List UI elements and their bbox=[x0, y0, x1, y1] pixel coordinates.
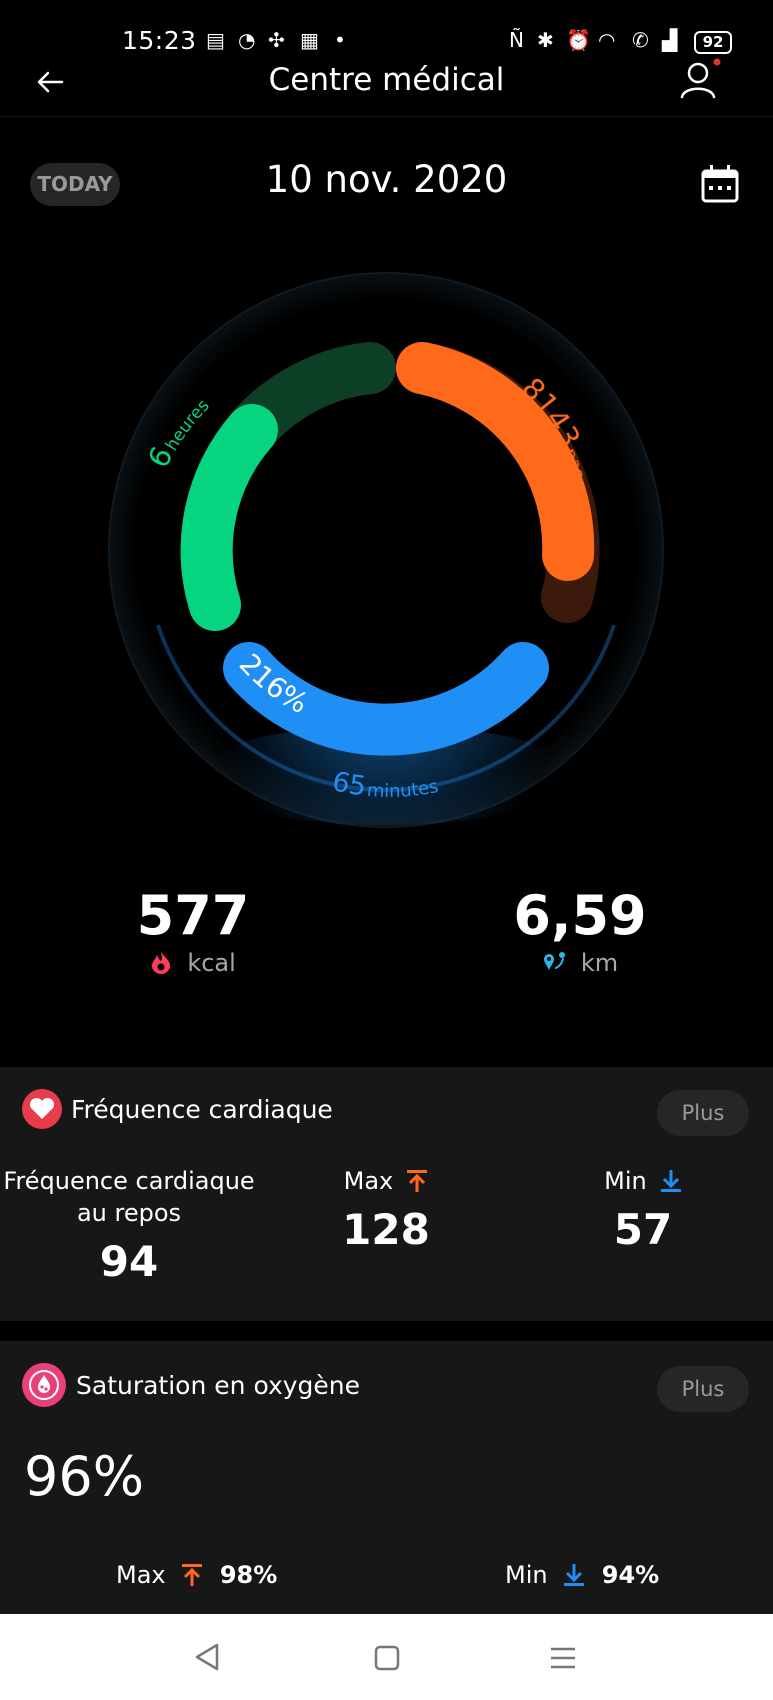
spo2-min-label: Min bbox=[505, 1561, 548, 1589]
header-divider bbox=[0, 116, 773, 117]
status-time: 15:23 bbox=[122, 26, 197, 55]
hr-max-value: 128 bbox=[342, 1205, 430, 1254]
nfc-icon: Ñ bbox=[509, 28, 524, 52]
arrow-up-icon bbox=[407, 1170, 428, 1192]
route-pin-icon bbox=[543, 952, 565, 970]
oxygen-drop-icon bbox=[22, 1363, 66, 1407]
oxygen-title: Saturation en oxygène bbox=[76, 1371, 361, 1400]
arrow-up-icon bbox=[181, 1564, 202, 1586]
battery-icon: 92 bbox=[694, 31, 732, 54]
system-nav-bar bbox=[0, 1614, 773, 1700]
heart-rate-min: Min 57 bbox=[553, 1167, 733, 1254]
calendar-icon bbox=[701, 165, 739, 203]
nav-back-button[interactable] bbox=[193, 1642, 223, 1672]
resting-heart-rate: Fréquence cardiaque au repos 94 bbox=[0, 1167, 258, 1286]
distance-stat: 6,59 km bbox=[480, 884, 680, 977]
wifi-calling-icon: ✆ bbox=[632, 28, 649, 52]
back-button[interactable] bbox=[34, 62, 74, 102]
resting-value: 94 bbox=[99, 1237, 159, 1286]
spo2-min-value: 94% bbox=[601, 1561, 660, 1589]
heart-rate-more-button[interactable]: Plus bbox=[657, 1090, 749, 1136]
back-arrow-icon bbox=[37, 71, 64, 93]
notification-dot-icon bbox=[713, 58, 721, 66]
oxygen-card[interactable]: Saturation en oxygène Plus 96% Max 98% M… bbox=[0, 1341, 773, 1614]
hr-min-label: Min bbox=[604, 1167, 647, 1195]
signal-icon: ▟ bbox=[662, 28, 678, 52]
today-button[interactable]: TODAY bbox=[30, 163, 120, 206]
activity-rings[interactable]: 8143 pas 6heures 216% 65minutes bbox=[0, 240, 773, 880]
spo2-max-value: 98% bbox=[219, 1561, 278, 1589]
slack-notification-icon: ✣ bbox=[268, 28, 285, 52]
heart-rate-title: Fréquence cardiaque bbox=[71, 1095, 333, 1124]
distance-unit: km bbox=[580, 949, 619, 977]
messenger-notification-icon: ◔ bbox=[238, 28, 256, 52]
oxygen-min: Min 94% bbox=[505, 1561, 659, 1589]
calendar-button[interactable] bbox=[700, 164, 740, 204]
wifi-icon: ◠ bbox=[598, 28, 616, 52]
calories-unit: kcal bbox=[187, 949, 236, 977]
more-notifications-icon: • bbox=[334, 28, 346, 52]
menu-lines-icon bbox=[551, 1647, 575, 1669]
selected-date[interactable]: 10 nov. 2020 bbox=[180, 158, 593, 201]
alarm-icon: ⏰ bbox=[566, 28, 591, 52]
page-title: Centre médical bbox=[268, 62, 505, 98]
oxygen-value: 96% bbox=[24, 1445, 145, 1508]
oxygen-max: Max 98% bbox=[116, 1561, 277, 1589]
heart-rate-card[interactable]: Fréquence cardiaque Plus Fréquence cardi… bbox=[0, 1067, 773, 1321]
resting-label-line1: Fréquence cardiaque bbox=[3, 1167, 255, 1195]
message-notification-icon: ▤ bbox=[206, 28, 225, 52]
hr-min-value: 57 bbox=[613, 1205, 673, 1254]
heart-icon bbox=[22, 1089, 62, 1129]
user-icon bbox=[680, 58, 721, 99]
heart-rate-max: Max 128 bbox=[296, 1167, 476, 1254]
flame-icon bbox=[152, 951, 171, 974]
calories-value: 577 bbox=[136, 884, 250, 947]
arrow-down-icon bbox=[563, 1564, 584, 1586]
back-triangle-icon bbox=[195, 1643, 219, 1671]
distance-value: 6,59 bbox=[513, 884, 647, 947]
home-square-icon bbox=[374, 1645, 400, 1671]
nav-home-button[interactable] bbox=[373, 1644, 401, 1672]
qr-notification-icon: ▦ bbox=[300, 28, 319, 52]
oxygen-more-button[interactable]: Plus bbox=[657, 1366, 749, 1412]
calories-stat: 577 kcal bbox=[93, 884, 293, 977]
spo2-max-label: Max bbox=[116, 1561, 166, 1589]
profile-button[interactable] bbox=[678, 58, 722, 102]
nav-menu-button[interactable] bbox=[549, 1644, 577, 1672]
bluetooth-icon: ✱ bbox=[537, 28, 554, 52]
arrow-down-icon bbox=[660, 1170, 681, 1192]
resting-label-line2: au repos bbox=[76, 1199, 182, 1227]
hr-max-label: Max bbox=[343, 1167, 394, 1195]
